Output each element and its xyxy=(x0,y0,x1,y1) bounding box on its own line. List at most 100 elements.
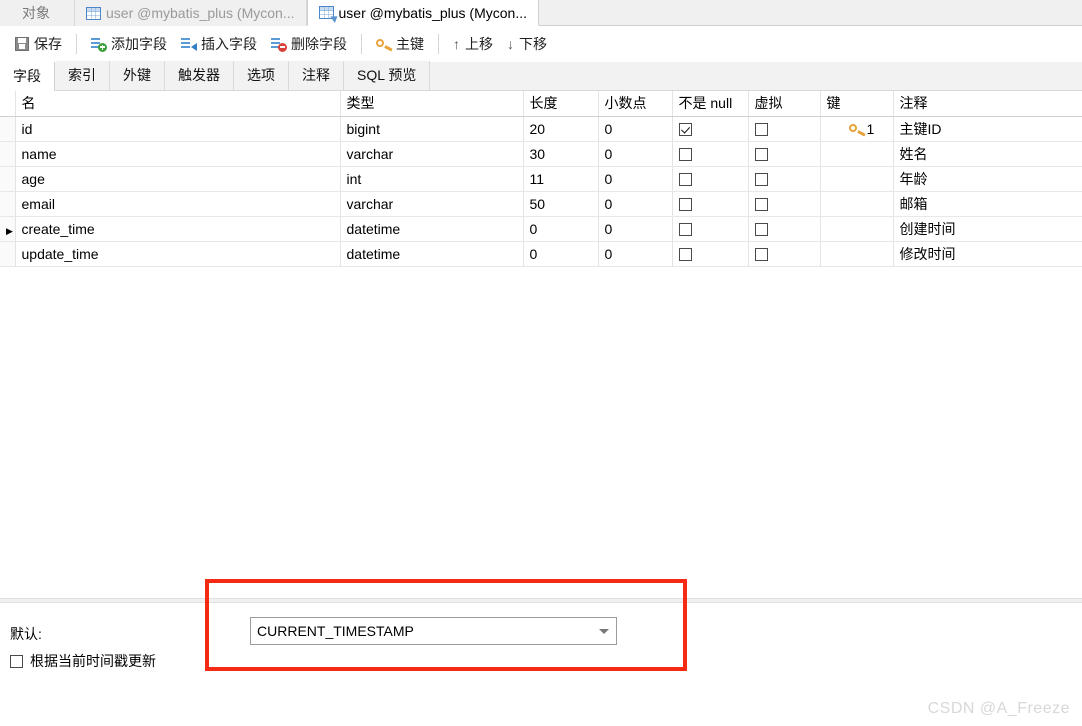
cell-type[interactable]: varchar xyxy=(340,191,524,217)
cell-key[interactable] xyxy=(820,141,894,167)
tab-user-table-design[interactable]: user @mybatis_plus (Mycon... xyxy=(306,0,539,26)
cell-not-null[interactable] xyxy=(672,216,749,242)
row-selector[interactable] xyxy=(0,166,16,192)
cell-decimals[interactable]: 0 xyxy=(598,166,673,192)
row-selector[interactable] xyxy=(0,241,16,267)
cell-decimals[interactable]: 0 xyxy=(598,216,673,242)
cell-type[interactable]: bigint xyxy=(340,116,524,142)
cell-virtual[interactable] xyxy=(748,141,821,167)
default-value-combobox[interactable]: CURRENT_TIMESTAMP xyxy=(250,617,617,645)
cell-comment[interactable]: 修改时间 xyxy=(893,241,1082,267)
subtab-1[interactable]: 索引 xyxy=(55,61,110,90)
not-null-checkbox[interactable] xyxy=(678,148,692,162)
cell-type[interactable]: datetime xyxy=(340,216,524,242)
cell-virtual[interactable] xyxy=(748,116,821,142)
virtual-checkbox[interactable] xyxy=(754,173,768,187)
subtab-3[interactable]: 触发器 xyxy=(165,61,234,90)
tab-user-table-data[interactable]: user @mybatis_plus (Mycon... xyxy=(75,0,307,26)
cell-decimals[interactable]: 0 xyxy=(598,141,673,167)
save-button[interactable]: 保存 xyxy=(8,31,69,57)
cell-length[interactable]: 11 xyxy=(523,166,599,192)
not-null-checkbox[interactable] xyxy=(678,223,692,237)
cell-length[interactable]: 20 xyxy=(523,116,599,142)
delete-field-button[interactable]: 删除字段 xyxy=(264,31,354,57)
cell-name[interactable]: create_time xyxy=(15,216,341,242)
cell-name[interactable]: id xyxy=(15,116,341,142)
subtab-2[interactable]: 外键 xyxy=(110,61,165,90)
cell-key[interactable]: 1 xyxy=(820,116,894,142)
row-selector[interactable]: ▶ xyxy=(0,216,16,242)
table-row[interactable]: age int 11 0 年龄 xyxy=(0,166,1082,192)
cell-key[interactable] xyxy=(820,166,894,192)
row-selector[interactable] xyxy=(0,141,16,167)
cell-type[interactable]: int xyxy=(340,166,524,192)
column-header-key[interactable]: 键 xyxy=(820,91,894,117)
move-down-button[interactable]: ↓ 下移 xyxy=(500,31,554,57)
subtab-5[interactable]: 注释 xyxy=(289,61,344,90)
cell-name[interactable]: update_time xyxy=(15,241,341,267)
cell-name[interactable]: age xyxy=(15,166,341,192)
column-header-name[interactable]: 名 xyxy=(15,91,341,117)
not-null-checkbox[interactable] xyxy=(678,198,692,212)
cell-not-null[interactable] xyxy=(672,191,749,217)
table-row[interactable]: name varchar 30 0 姓名 xyxy=(0,141,1082,167)
column-header-not-null[interactable]: 不是 null xyxy=(672,91,749,117)
row-selector[interactable] xyxy=(0,191,16,217)
cell-type[interactable]: varchar xyxy=(340,141,524,167)
subtab-4[interactable]: 选项 xyxy=(234,61,289,90)
cell-key[interactable] xyxy=(820,216,894,242)
cell-not-null[interactable] xyxy=(672,141,749,167)
cell-type[interactable]: datetime xyxy=(340,241,524,267)
table-row[interactable]: update_time datetime 0 0 修改时间 xyxy=(0,241,1082,267)
not-null-checkbox[interactable] xyxy=(678,173,692,187)
cell-comment[interactable]: 主键ID xyxy=(893,116,1082,142)
chevron-down-icon[interactable] xyxy=(599,628,609,634)
insert-field-button[interactable]: 插入字段 xyxy=(174,31,264,57)
not-null-checkbox[interactable] xyxy=(678,248,692,262)
move-up-button[interactable]: ↑ 上移 xyxy=(446,31,500,57)
cell-name[interactable]: name xyxy=(15,141,341,167)
update-on-timestamp-checkbox[interactable] xyxy=(10,654,23,668)
update-on-timestamp-row[interactable]: 根据当前时间戳更新 xyxy=(10,651,156,671)
table-row[interactable]: id bigint 20 0 1 主键ID xyxy=(0,116,1082,142)
cell-not-null[interactable] xyxy=(672,166,749,192)
cell-not-null[interactable] xyxy=(672,116,749,142)
cell-name[interactable]: email xyxy=(15,191,341,217)
virtual-checkbox[interactable] xyxy=(754,148,768,162)
cell-virtual[interactable] xyxy=(748,166,821,192)
subtab-6[interactable]: SQL 预览 xyxy=(344,61,431,90)
column-header-type[interactable]: 类型 xyxy=(340,91,524,117)
cell-virtual[interactable] xyxy=(748,216,821,242)
cell-comment[interactable]: 年龄 xyxy=(893,166,1082,192)
cell-length[interactable]: 0 xyxy=(523,216,599,242)
cell-key[interactable] xyxy=(820,191,894,217)
subtab-0[interactable]: 字段 xyxy=(0,62,55,91)
not-null-checkbox[interactable] xyxy=(678,123,692,137)
cell-decimals[interactable]: 0 xyxy=(598,241,673,267)
primary-key-button[interactable]: 主键 xyxy=(369,31,431,57)
column-header-virtual[interactable]: 虚拟 xyxy=(748,91,821,117)
cell-virtual[interactable] xyxy=(748,191,821,217)
virtual-checkbox[interactable] xyxy=(754,123,768,137)
cell-comment[interactable]: 姓名 xyxy=(893,141,1082,167)
cell-decimals[interactable]: 0 xyxy=(598,191,673,217)
add-field-button[interactable]: 添加字段 xyxy=(84,31,174,57)
cell-decimals[interactable]: 0 xyxy=(598,116,673,142)
cell-not-null[interactable] xyxy=(672,241,749,267)
table-row[interactable]: email varchar 50 0 邮箱 xyxy=(0,191,1082,217)
virtual-checkbox[interactable] xyxy=(754,198,768,212)
row-selector[interactable] xyxy=(0,116,16,142)
virtual-checkbox[interactable] xyxy=(754,223,768,237)
cell-length[interactable]: 0 xyxy=(523,241,599,267)
cell-comment[interactable]: 邮箱 xyxy=(893,191,1082,217)
cell-length[interactable]: 30 xyxy=(523,141,599,167)
tab-objects[interactable]: 对象 xyxy=(0,0,75,26)
cell-virtual[interactable] xyxy=(748,241,821,267)
cell-comment[interactable]: 创建时间 xyxy=(893,216,1082,242)
column-header-decimals[interactable]: 小数点 xyxy=(598,91,673,117)
column-header-length[interactable]: 长度 xyxy=(523,91,599,117)
cell-length[interactable]: 50 xyxy=(523,191,599,217)
table-row[interactable]: ▶ create_time datetime 0 0 创建时间 xyxy=(0,216,1082,242)
column-header-comment[interactable]: 注释 xyxy=(893,91,1082,117)
cell-key[interactable] xyxy=(820,241,894,267)
